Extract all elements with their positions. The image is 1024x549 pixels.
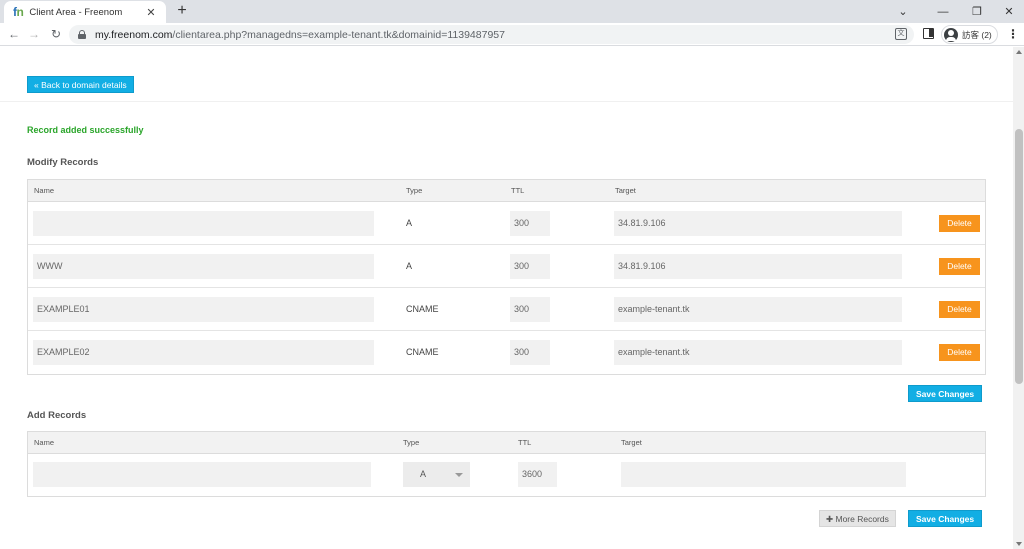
- modify-records-title: Modify Records: [27, 157, 99, 168]
- type-value: A: [406, 261, 413, 271]
- address-bar[interactable]: my.freenom.com/clientarea.php?managedns=…: [69, 25, 914, 44]
- header-name: Name: [34, 438, 55, 447]
- tab-title: Client Area - Freenom: [29, 6, 123, 18]
- side-panel-icon[interactable]: [923, 28, 934, 39]
- url-path: /clientarea.php?managedns=example-tenant…: [172, 28, 505, 41]
- type-value: CNAME: [406, 304, 439, 314]
- forward-arrow-icon[interactable]: →: [25, 25, 43, 43]
- back-arrow-icon[interactable]: ←: [5, 25, 23, 43]
- profile-label: 訪客 (2): [962, 29, 992, 40]
- minimize-icon[interactable]: —: [928, 0, 958, 23]
- target-field[interactable]: example-tenant.tk: [614, 340, 902, 365]
- new-target-input[interactable]: [621, 462, 906, 487]
- chevron-down-icon: [455, 473, 463, 477]
- browser-toolbar: ← → ↻ my.freenom.com/clientarea.php?mana…: [0, 23, 1024, 46]
- table-header: Name Type TTL Target: [28, 432, 985, 454]
- modify-records-table: Name Type TTL Target A 300 34.81.9.106 D…: [27, 179, 986, 375]
- header-name: Name: [34, 186, 55, 195]
- new-name-input[interactable]: [33, 462, 371, 487]
- more-records-button[interactable]: ✚ More Records: [819, 510, 896, 527]
- target-field[interactable]: 34.81.9.106: [614, 211, 902, 236]
- tab-strip: fn Client Area - Freenom ✕ + ⌄ — ❐ ✕: [0, 0, 1024, 23]
- header-band: [0, 47, 1013, 102]
- browser-tab[interactable]: fn Client Area - Freenom ✕: [4, 1, 166, 23]
- tab-search-icon[interactable]: ⌄: [888, 0, 918, 23]
- type-value: A: [406, 218, 413, 228]
- translate-icon[interactable]: 文: [895, 28, 907, 40]
- profile-button[interactable]: 訪客 (2): [941, 25, 998, 44]
- header-target: Target: [615, 186, 636, 195]
- add-records-table: Name Type TTL Target A 3600: [27, 431, 986, 497]
- new-ttl-input[interactable]: 3600: [518, 462, 557, 487]
- delete-button[interactable]: Delete: [939, 301, 980, 318]
- scroll-up-icon[interactable]: [1016, 50, 1022, 54]
- table-row: A 3600: [28, 454, 985, 496]
- table-row: EXAMPLE01 CNAME 300 example-tenant.tk De…: [28, 288, 985, 331]
- scroll-down-icon[interactable]: [1016, 542, 1022, 546]
- type-select[interactable]: A: [403, 462, 470, 487]
- close-icon[interactable]: ✕: [144, 6, 158, 19]
- header-ttl: TTL: [511, 186, 525, 195]
- name-field[interactable]: [33, 211, 374, 236]
- delete-button[interactable]: Delete: [939, 258, 980, 275]
- name-field[interactable]: EXAMPLE01: [33, 297, 374, 322]
- delete-button[interactable]: Delete: [939, 344, 980, 361]
- restore-icon[interactable]: ❐: [962, 0, 992, 23]
- table-row: WWW A 300 34.81.9.106 Delete: [28, 245, 985, 288]
- add-records-title: Add Records: [27, 410, 87, 421]
- ttl-field[interactable]: 300: [510, 340, 550, 365]
- back-to-domain-button[interactable]: « Back to domain details: [27, 76, 134, 93]
- table-row: A 300 34.81.9.106 Delete: [28, 202, 985, 245]
- table-row: EXAMPLE02 CNAME 300 example-tenant.tk De…: [28, 331, 985, 374]
- header-type: Type: [406, 186, 423, 195]
- target-field[interactable]: 34.81.9.106: [614, 254, 902, 279]
- name-field[interactable]: WWW: [33, 254, 374, 279]
- kebab-menu-icon[interactable]: ⋮: [1006, 26, 1020, 42]
- add-save-changes-button[interactable]: Save Changes: [908, 510, 983, 527]
- fn-favicon: fn: [13, 5, 24, 19]
- name-field[interactable]: EXAMPLE02: [33, 340, 374, 365]
- header-ttl: TTL: [518, 438, 532, 447]
- avatar-icon: [944, 27, 958, 42]
- ttl-field[interactable]: 300: [510, 254, 550, 279]
- header-type: Type: [403, 438, 420, 447]
- ttl-field[interactable]: 300: [510, 211, 550, 236]
- table-header: Name Type TTL Target: [28, 180, 985, 202]
- more-records-label: More Records: [835, 514, 889, 524]
- success-message: Record added successfully: [27, 125, 144, 135]
- plus-icon[interactable]: +: [172, 1, 192, 21]
- type-select-value: A: [420, 469, 427, 479]
- save-changes-button[interactable]: Save Changes: [908, 385, 983, 402]
- header-target: Target: [621, 438, 642, 447]
- type-value: CNAME: [406, 347, 439, 357]
- target-field[interactable]: example-tenant.tk: [614, 297, 902, 322]
- page-viewport: « Back to domain details Record added su…: [0, 47, 1013, 549]
- ttl-field[interactable]: 300: [510, 297, 550, 322]
- close-window-icon[interactable]: ✕: [994, 0, 1024, 23]
- scroll-thumb[interactable]: [1015, 129, 1023, 384]
- reload-icon[interactable]: ↻: [47, 25, 65, 43]
- lock-icon: [78, 30, 86, 39]
- page-scrollbar[interactable]: [1013, 47, 1024, 549]
- url-host: my.freenom.com: [95, 28, 173, 41]
- delete-button[interactable]: Delete: [939, 215, 980, 232]
